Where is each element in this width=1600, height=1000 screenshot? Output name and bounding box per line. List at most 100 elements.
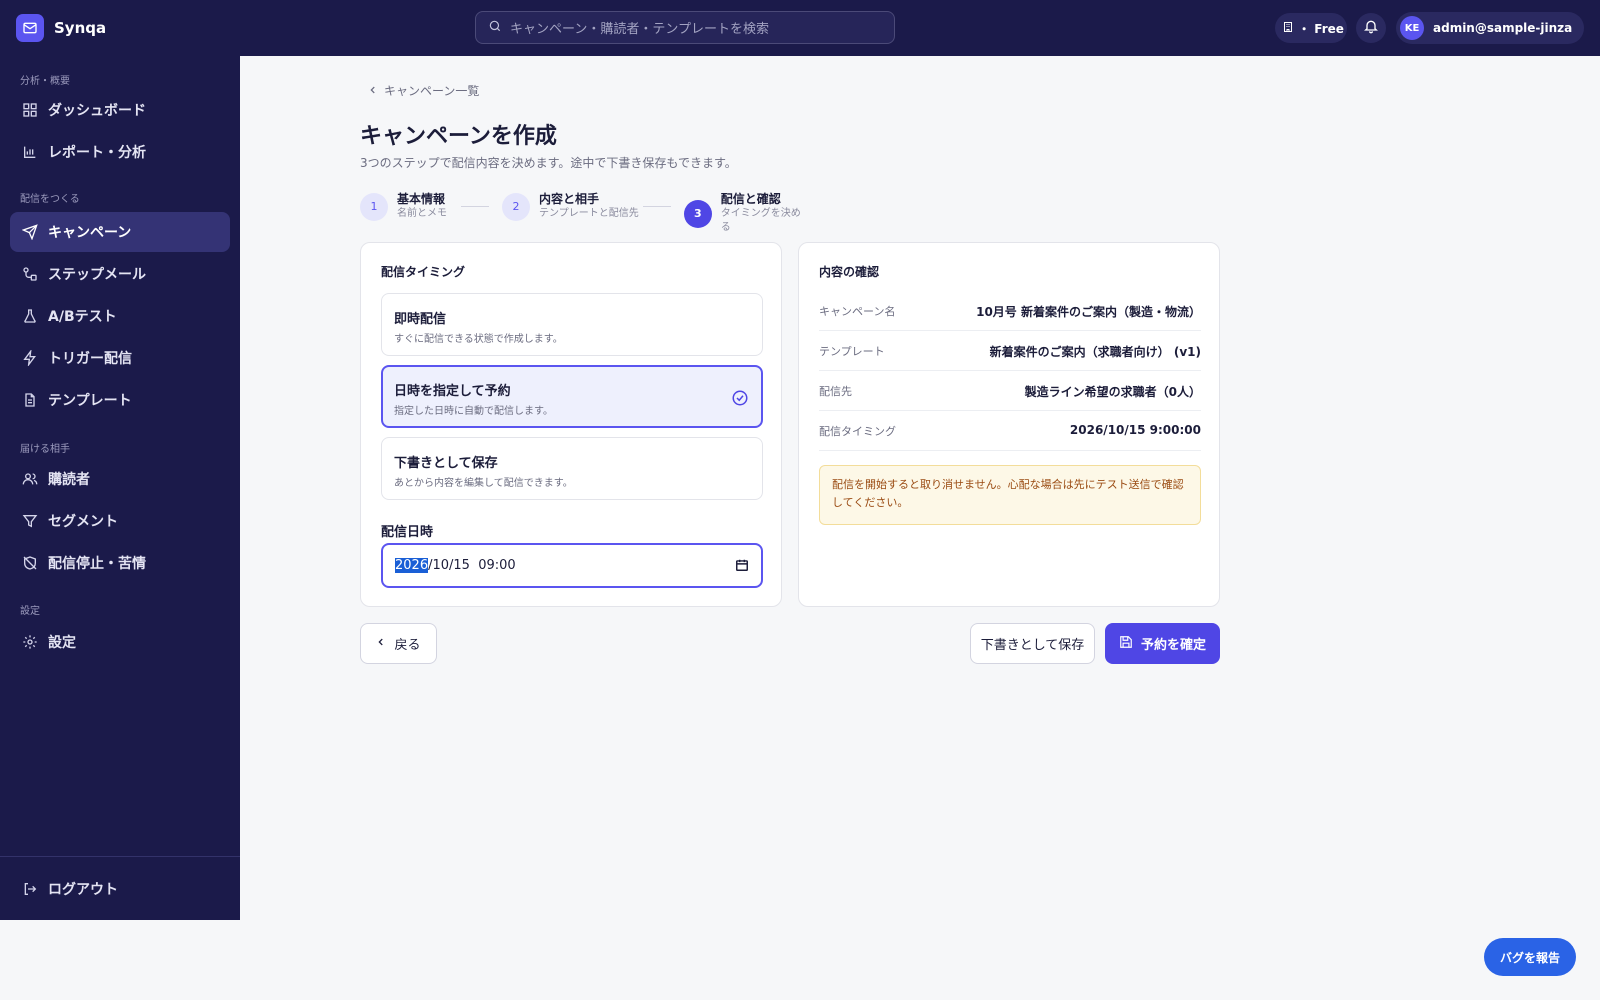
bell-icon (1363, 18, 1379, 38)
gear-icon (21, 633, 39, 651)
check-circle-icon (731, 389, 749, 411)
bug-report-button[interactable]: バグを報告 (1484, 938, 1576, 976)
workflow-icon (21, 265, 39, 283)
search-icon (488, 18, 502, 37)
review-key: 配信タイミング (819, 425, 896, 438)
confirm-schedule-button[interactable]: 予約を確定 (1105, 623, 1220, 664)
grid-icon (21, 101, 39, 119)
logout-icon (21, 880, 39, 898)
option-desc: 指定した日時に自動で配信します。 (394, 406, 553, 417)
date-rest-segment[interactable]: /10/15 09:00 (428, 558, 516, 573)
sidebar-item-trigger[interactable]: トリガー配信 (10, 338, 230, 378)
sidebar-item-segments[interactable]: セグメント (10, 501, 230, 541)
date-field-label: 配信日時 (381, 525, 434, 540)
step-1: 1 基本情報 名前とメモ (360, 192, 447, 221)
save-icon (1119, 635, 1133, 653)
warning-message: 配信を開始すると取り消せません。心配な場合は先にテスト送信で確認してください。 (819, 465, 1201, 525)
sidebar-item-subscribers[interactable]: 購読者 (10, 459, 230, 499)
breadcrumb-label: キャンペーン一覧 (384, 84, 480, 98)
step-2: 2 内容と相手 テンプレートと配信先 (502, 192, 639, 221)
sidebar-item-label: トリガー配信 (48, 351, 132, 367)
review-row: 配信先 製造ライン希望の求職者（0人） (819, 371, 1201, 411)
step-desc: タイミングを決める (720, 208, 801, 233)
user-menu[interactable]: KE admin@sample-jinzai.e... (1396, 12, 1584, 44)
review-key: 配信先 (819, 385, 852, 398)
step-title: 基本情報 (397, 192, 446, 206)
review-value: 新着案件のご案内（求職者向け） (v1) (989, 345, 1201, 359)
brand[interactable]: Synqa (16, 14, 106, 42)
avatar: KE (1400, 16, 1424, 40)
sidebar-item-campaigns[interactable]: キャンペーン (10, 212, 230, 252)
zap-icon (21, 349, 39, 367)
timing-card-title: 配信タイミング (381, 265, 466, 279)
sidebar-item-settings[interactable]: 設定 (10, 622, 230, 662)
filter-icon (21, 512, 39, 530)
breadcrumb[interactable]: キャンペーン一覧 (362, 82, 479, 99)
sidebar-item-step-mail[interactable]: ステップメール (10, 254, 230, 294)
sidebar-item-label: A/Bテスト (48, 309, 117, 325)
bar-chart-icon (21, 143, 39, 161)
date-year-segment[interactable]: 2026 (395, 558, 429, 573)
review-key: テンプレート (819, 345, 885, 358)
user-email: admin@sample-jinzai.e... (1433, 21, 1573, 35)
step-title: 内容と相手 (539, 192, 600, 206)
sidebar-item-label: セグメント (48, 514, 118, 530)
back-button[interactable]: 戻る (360, 623, 437, 664)
search-placeholder: キャンペーン・購読者・テンプレートを検索 (510, 22, 769, 37)
sidebar-item-ab-test[interactable]: A/Bテスト (10, 296, 230, 336)
sidebar-item-label: テンプレート (48, 393, 132, 409)
save-draft-button[interactable]: 下書きとして保存 (970, 623, 1095, 664)
timing-card: 配信タイミング 即時配信 すぐに配信できる状態で作成します。 日時を指定して予約… (360, 242, 782, 607)
sidebar-item-reports[interactable]: レポート・分析 (10, 132, 230, 172)
option-scheduled[interactable]: 日時を指定して予約 指定した日時に自動で配信します。 (381, 365, 763, 428)
review-row: 配信タイミング 2026/10/15 9:00:00 (819, 411, 1201, 451)
review-value: 2026/10/15 9:00:00 (1069, 423, 1201, 437)
logout-area: ログアウト (0, 856, 240, 920)
main-content: キャンペーン一覧 キャンペーンを作成 3つのステップで配信内容を決めます。途中で… (240, 56, 1600, 1000)
sidebar-item-label: 設定 (48, 635, 76, 651)
sidebar-item-label: 購読者 (48, 472, 90, 488)
logout-button[interactable]: ログアウト (10, 869, 230, 909)
option-title: 即時配信 (394, 312, 447, 327)
page-subtitle: 3つのステップで配信内容を決めます。途中で下書き保存もできます。 (360, 156, 737, 170)
chevron-left-icon (376, 636, 386, 651)
sidebar: 分析・概要 ダッシュボード レポート・分析 配信をつくる キャンペーン ステップ… (0, 56, 240, 920)
option-draft[interactable]: 下書きとして保存 あとから内容を編集して配信できます。 (381, 437, 763, 500)
sidebar-item-unsubscribes[interactable]: 配信停止・苦情 (10, 543, 230, 583)
review-value: 10月号 新着案件のご案内（製造・物流） (976, 305, 1201, 319)
page-title: キャンペーンを作成 (360, 124, 557, 149)
option-title: 日時を指定して予約 (394, 384, 511, 399)
confirm-label: 予約を確定 (1140, 638, 1206, 653)
calendar-icon[interactable] (735, 558, 749, 576)
step-number: 3 (684, 199, 712, 228)
users-icon (21, 470, 39, 488)
datetime-input[interactable]: 2026/10/15 09:00 (381, 543, 763, 588)
step-title: 配信と確認 (720, 192, 781, 206)
notification-button[interactable] (1356, 13, 1386, 43)
plan-badge[interactable]: ・ Free (1275, 13, 1347, 43)
step-3: 3 配信と確認 タイミングを決める (684, 192, 810, 235)
mail-icon (16, 14, 44, 42)
plan-label: ・ Free (1298, 21, 1344, 36)
sidebar-item-label: ステップメール (48, 267, 146, 283)
option-desc: すぐに配信できる状態で作成します。 (394, 334, 563, 345)
logout-label: ログアウト (48, 882, 118, 898)
review-row: テンプレート 新着案件のご案内（求職者向け） (v1) (819, 331, 1201, 371)
chevron-left-icon (368, 84, 378, 98)
back-label: 戻る (394, 638, 421, 653)
option-desc: あとから内容を編集して配信できます。 (394, 478, 573, 489)
step-desc: 名前とメモ (397, 208, 447, 219)
sidebar-item-label: キャンペーン (48, 225, 132, 241)
building-icon (1282, 21, 1294, 36)
sidebar-item-dashboard[interactable]: ダッシュボード (10, 90, 230, 130)
option-immediate[interactable]: 即時配信 すぐに配信できる状態で作成します。 (381, 293, 763, 356)
step-connector (643, 206, 671, 207)
sidebar-item-label: レポート・分析 (48, 145, 146, 161)
search-input[interactable]: キャンペーン・購読者・テンプレートを検索 (475, 11, 895, 44)
sidebar-section-analytics: 分析・概要 (20, 76, 70, 87)
flask-icon (21, 307, 39, 325)
sidebar-item-templates[interactable]: テンプレート (10, 380, 230, 420)
stepper: 1 基本情報 名前とメモ 2 内容と相手 テンプレートと配信先 3 配信と確認 … (360, 192, 810, 233)
top-bar: Synqa キャンペーン・購読者・テンプレートを検索 ・ Free KE adm… (0, 0, 1600, 56)
review-card: 内容の確認 キャンペーン名 10月号 新着案件のご案内（製造・物流） テンプレー… (798, 242, 1220, 607)
